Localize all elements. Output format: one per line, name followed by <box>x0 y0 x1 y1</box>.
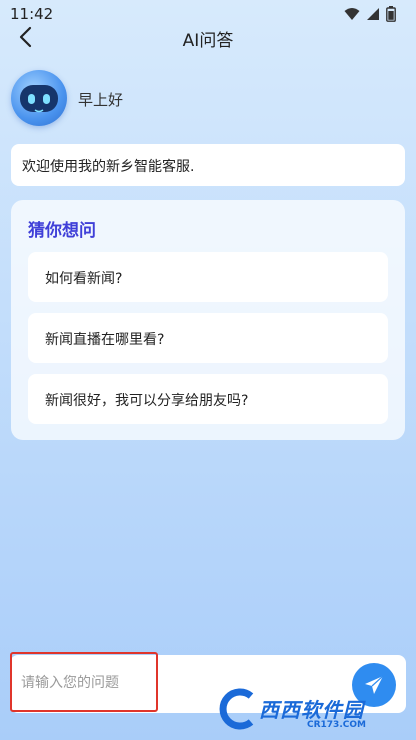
watermark-c-icon <box>219 688 254 730</box>
battery-icon <box>386 6 396 22</box>
wifi-icon <box>344 8 360 20</box>
watermark-logo: 西西软件园 CR173.COM <box>217 686 413 736</box>
question-input[interactable] <box>19 669 243 697</box>
signal-icon <box>367 8 379 20</box>
suggested-question[interactable]: 如何看新闻? <box>28 252 388 302</box>
suggested-question[interactable]: 新闻直播在哪里看? <box>28 313 388 363</box>
watermark-brand: 西西软件园 <box>259 698 364 722</box>
nav-bar: AI问答 <box>0 22 416 52</box>
guess-questions-card: 猜你想问 如何看新闻? 新闻直播在哪里看? 新闻很好，我可以分享给朋友吗? <box>11 200 405 440</box>
status-icons <box>344 6 396 22</box>
page-title: AI问答 <box>182 31 234 51</box>
watermark-url: CR173.COM <box>307 720 366 730</box>
guess-title: 猜你想问 <box>28 221 96 241</box>
robot-avatar <box>11 70 67 126</box>
status-time: 11:42 <box>10 5 54 23</box>
robot-icon <box>20 85 58 113</box>
welcome-message: 欢迎使用我的新乡智能客服. <box>11 144 405 186</box>
suggested-question[interactable]: 新闻很好，我可以分享给朋友吗? <box>28 374 388 424</box>
greeting-text: 早上好 <box>78 91 124 109</box>
